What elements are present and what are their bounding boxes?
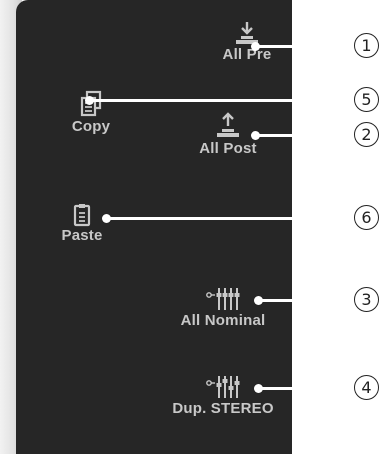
all-nominal-button[interactable]: All Nominal [163, 286, 283, 329]
all-nominal-label: All Nominal [180, 312, 266, 329]
paste-button[interactable]: Paste [50, 203, 114, 244]
dup-stereo-button[interactable]: Dup. STEREO [160, 374, 286, 417]
paste-label: Paste [61, 227, 103, 244]
all-post-label: All Post [199, 140, 257, 157]
callout-5-line [89, 99, 354, 102]
all-pre-button[interactable]: All Pre [212, 20, 282, 63]
fader-sliders-offset-icon [206, 376, 240, 398]
callout-3-number: 3 [354, 287, 379, 312]
dup-stereo-label: Dup. STEREO [172, 400, 274, 417]
callout-6-line [106, 217, 354, 220]
fader-sliders-icon [206, 288, 240, 310]
callout-5-number: 5 [354, 87, 379, 112]
callout-4-line [258, 387, 354, 390]
callout-4-number: 4 [354, 375, 379, 400]
callout-2-line [255, 134, 354, 137]
callout-1-line [255, 45, 354, 48]
clipboard-icon [73, 204, 91, 227]
callout-1-number: 1 [354, 33, 379, 58]
all-pre-label: All Pre [222, 46, 272, 63]
callout-6-number: 6 [354, 205, 379, 230]
callout-3-line [258, 299, 354, 302]
arrow-up-from-bar-icon [217, 112, 239, 137]
callout-2-number: 2 [354, 122, 379, 147]
copy-label: Copy [71, 118, 111, 135]
